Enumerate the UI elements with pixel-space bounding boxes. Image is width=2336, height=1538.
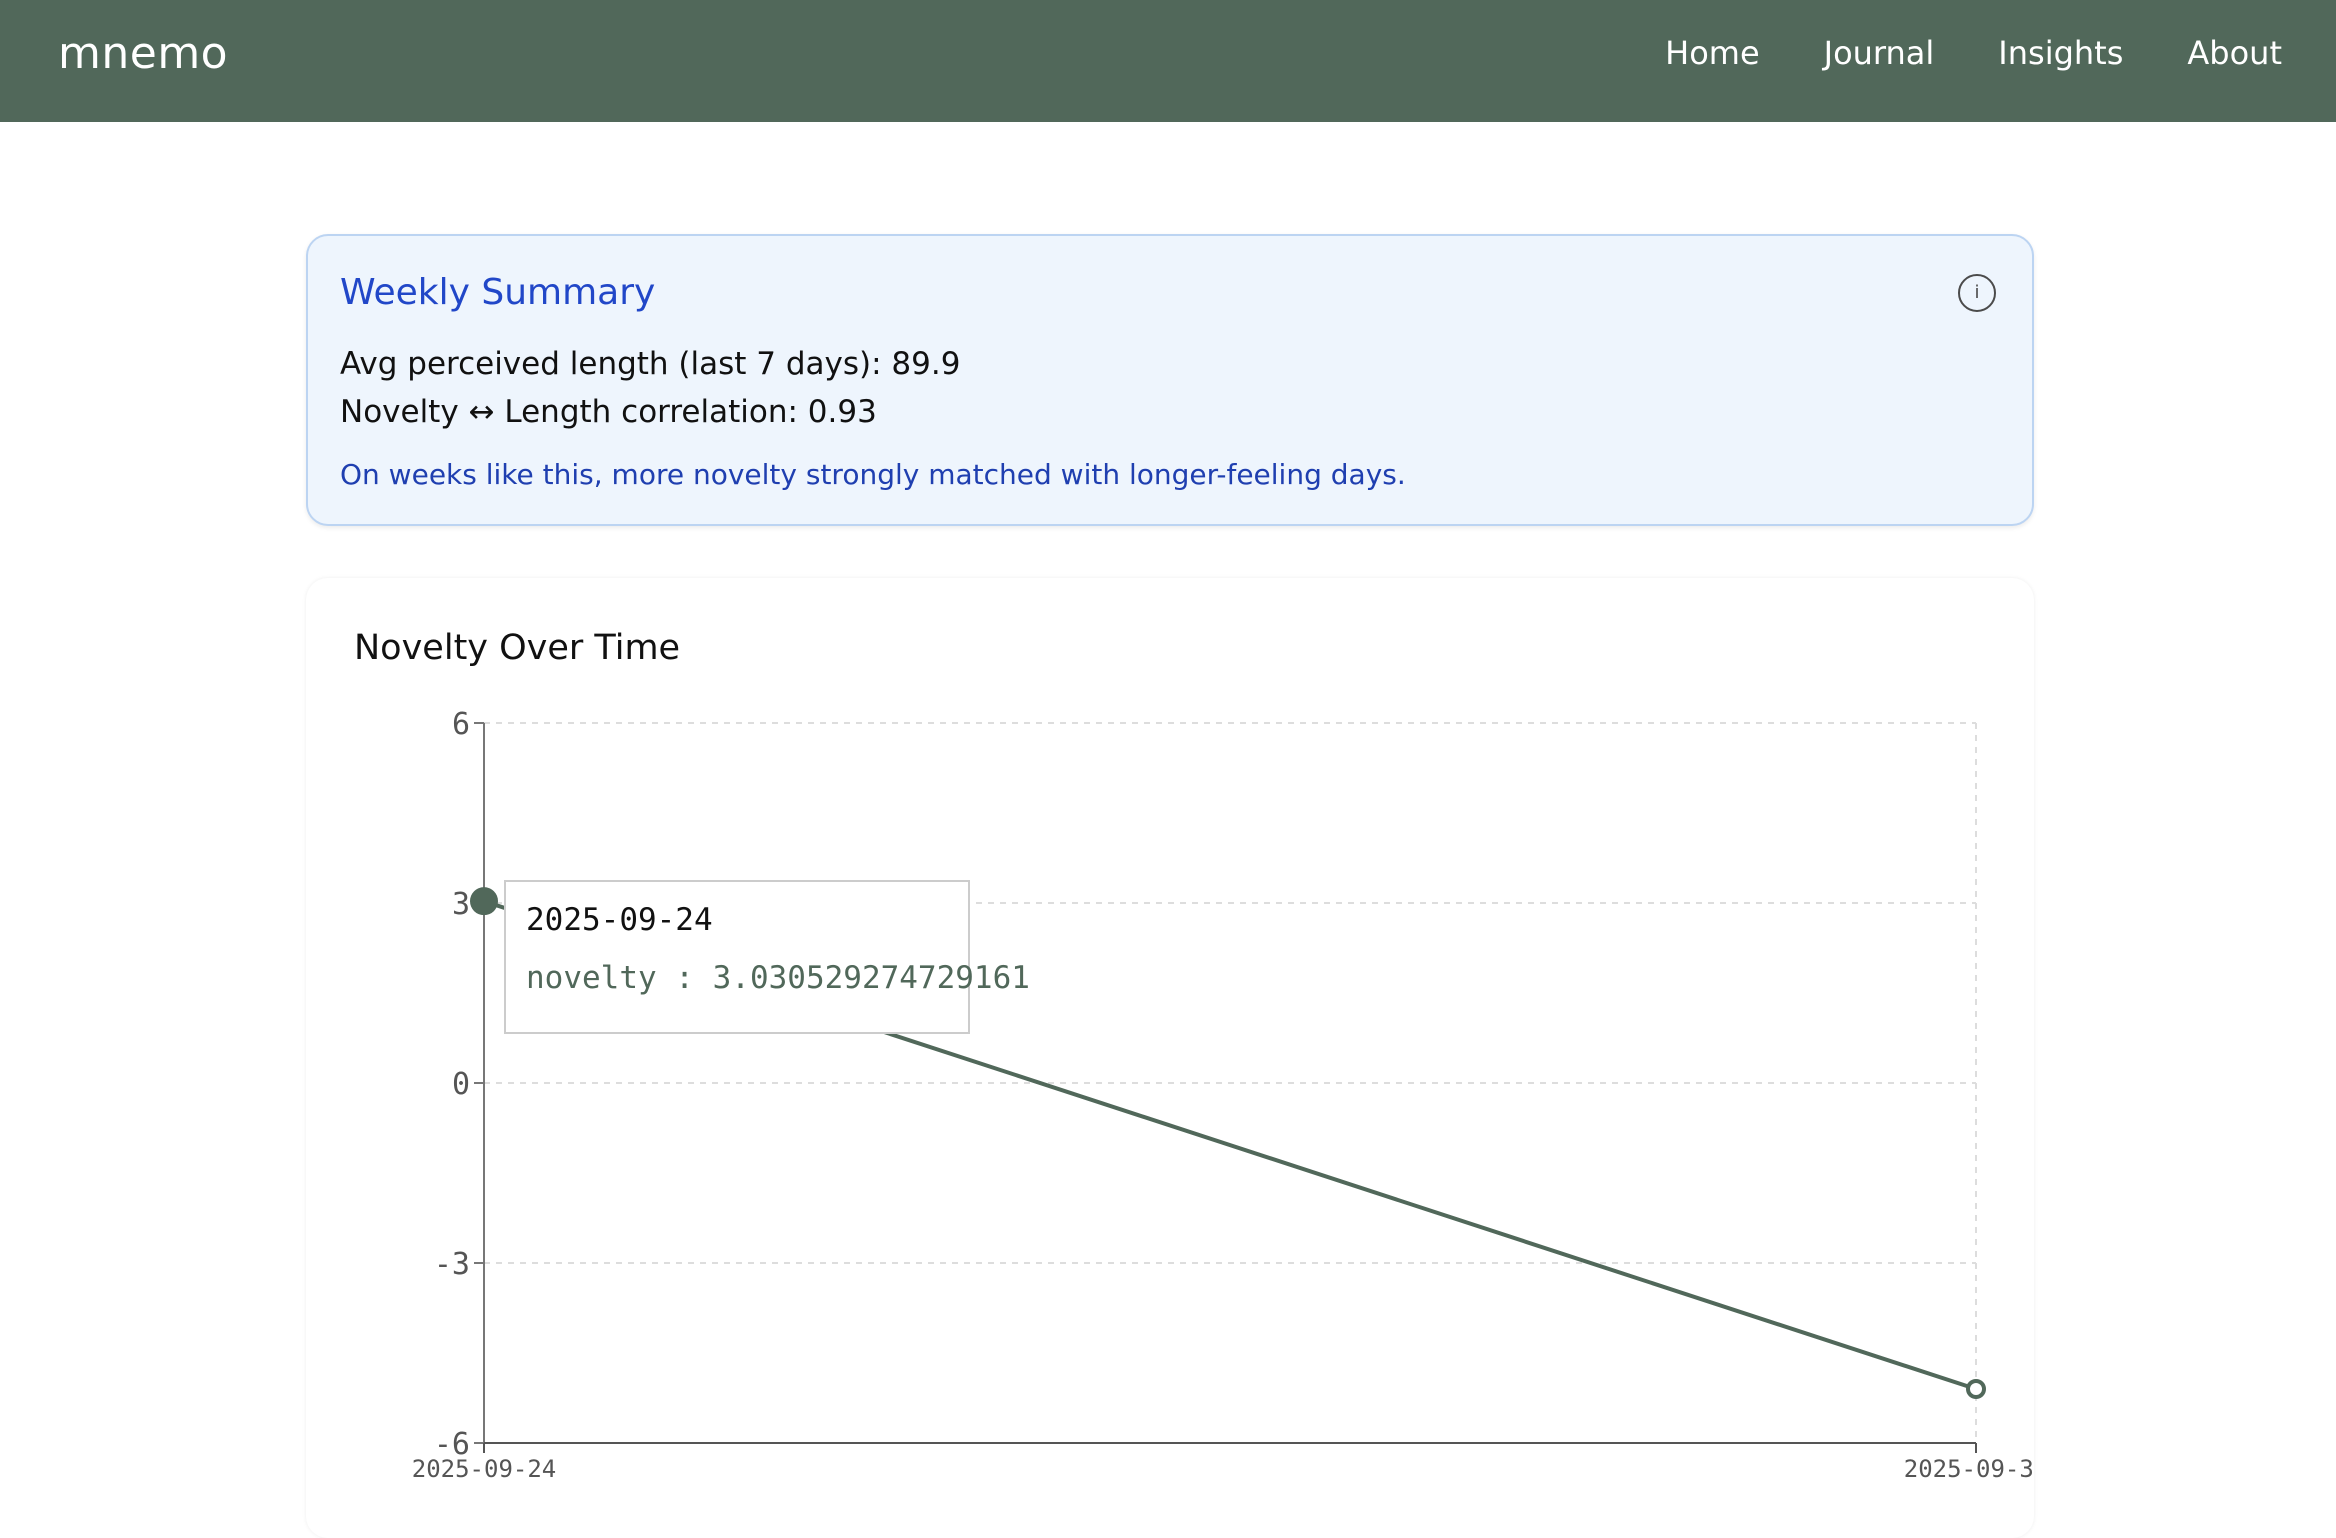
tooltip-date: 2025-09-24	[526, 902, 713, 938]
chart-tooltip: 2025-09-24 novelty : 3.030529274729161	[504, 880, 1030, 1034]
tooltip-value: novelty : 3.030529274729161	[526, 960, 1030, 996]
weekly-summary-card: Weekly Summary i Avg perceived length (l…	[306, 234, 2034, 526]
novelty-length-correlation: Novelty ↔ Length correlation: 0.93	[340, 394, 877, 430]
main-nav: Home Journal Insights About	[1665, 34, 2282, 72]
novelty-chart-card: Novelty Over Time 6 3 0 -3 -6 2025-09-24 2025-…	[306, 578, 2034, 1538]
novelty-point-active	[470, 887, 498, 916]
nav-home-link[interactable]: Home	[1665, 34, 1760, 72]
y-tick-label: 3	[452, 887, 470, 922]
y-tick-label: 0	[452, 1067, 470, 1102]
x-tick-label: 2025-09-30	[1904, 1455, 2034, 1483]
nav-insights-link[interactable]: Insights	[1998, 34, 2123, 72]
novelty-line-chart[interactable]: 630-3-62025-09-24 2025-09-30	[306, 578, 2034, 1538]
y-tick-label: -3	[434, 1247, 470, 1282]
nav-journal-link[interactable]: Journal	[1824, 34, 1935, 72]
x-tick-label: 2025-09-24	[412, 1455, 557, 1483]
y-tick-label: 6	[452, 707, 470, 742]
top-nav-bar: mnemo Home Journal Insights About	[0, 0, 2336, 122]
info-icon[interactable]: i	[1958, 274, 1996, 312]
novelty-point	[1966, 1379, 1986, 1399]
avg-perceived-length: Avg perceived length (last 7 days): 89.9	[340, 346, 961, 382]
nav-about-link[interactable]: About	[2187, 34, 2282, 72]
summary-insight-note: On weeks like this, more novelty strongl…	[340, 458, 1406, 491]
app-logo[interactable]: mnemo	[58, 28, 228, 79]
weekly-summary-title: Weekly Summary	[340, 272, 656, 313]
